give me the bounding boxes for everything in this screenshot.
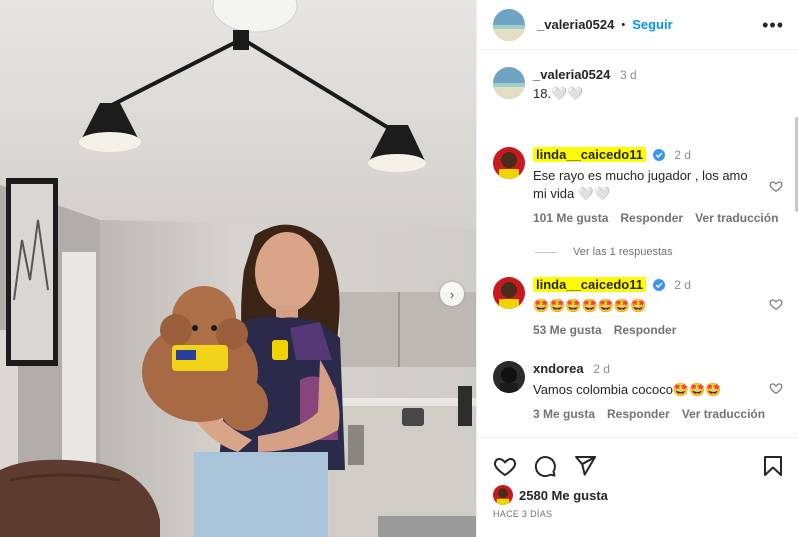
liker-avatar[interactable] — [493, 485, 513, 505]
comment-time[interactable]: 2 d — [674, 278, 691, 292]
caption-user-line: _valeria0524 3 d — [533, 67, 783, 83]
translate-button[interactable]: Ver traducción — [682, 407, 765, 421]
comment-text: Ese rayo es mucho jugador , los amo mi v… — [533, 168, 748, 201]
comment-username[interactable]: linda__caicedo11 — [533, 147, 646, 162]
comment-icon[interactable] — [533, 454, 557, 478]
view-replies-label: Ver las 1 respuestas — [573, 246, 673, 258]
share-icon[interactable] — [573, 454, 597, 478]
comment-user-line: linda__caicedo11 2 d — [533, 277, 783, 293]
comment-actions: 53 Me gusta Responder — [533, 323, 783, 337]
caption-text: 18.🤍🤍 — [533, 86, 584, 101]
reply-button[interactable]: Responder — [607, 407, 670, 421]
comment-item: linda__caicedo11 2 d 🤩🤩🤩🤩🤩🤩🤩 53 Me gusta… — [493, 277, 783, 337]
reply-button[interactable]: Responder — [620, 211, 683, 225]
caption-avatar[interactable] — [493, 67, 525, 99]
comment-heart-icon[interactable] — [769, 179, 783, 193]
comments-list[interactable]: _valeria0524 3 d 18.🤍🤍 linda__caicedo11 … — [477, 51, 798, 437]
post-actions: 2580 Me gusta HACE 3 DÍAS — [477, 437, 798, 537]
reply-button[interactable]: Responder — [614, 323, 677, 337]
comment-time[interactable]: 2 d — [674, 148, 691, 162]
caption-time[interactable]: 3 d — [620, 68, 637, 82]
caption: _valeria0524 3 d 18.🤍🤍 — [493, 67, 783, 103]
photo-illustration — [0, 0, 476, 537]
separator-dot: • — [621, 18, 626, 31]
comment-text: 🤩🤩🤩🤩🤩🤩🤩 — [533, 298, 647, 313]
likes-summary: 2580 Me gusta — [493, 485, 608, 505]
comment-item: xndorea 2 d Vamos colombia cococo🤩🤩🤩 3 M… — [493, 361, 783, 421]
comment-actions: 101 Me gusta Responder Ver traducción — [533, 211, 783, 225]
comment-likes-count[interactable]: 53 Me gusta — [533, 323, 602, 337]
heart-icon[interactable] — [493, 454, 517, 478]
post-side-panel: _valeria0524 • Seguir ••• _valeria0524 3… — [476, 0, 798, 537]
view-replies-link[interactable]: Ver las 1 respuestas — [535, 246, 673, 258]
comment-actions: 3 Me gusta Responder Ver traducción — [533, 407, 783, 421]
comment-time[interactable]: 2 d — [593, 362, 610, 376]
comment-username[interactable]: xndorea — [533, 361, 584, 376]
comment-body: xndorea 2 d Vamos colombia cococo🤩🤩🤩 3 M… — [533, 361, 783, 421]
comment-username[interactable]: linda__caicedo11 — [533, 277, 646, 292]
caption-username[interactable]: _valeria0524 — [533, 67, 610, 82]
post-viewer: › _valeria0524 • Seguir ••• _valeria0524… — [0, 0, 798, 537]
more-options-icon[interactable]: ••• — [762, 16, 784, 34]
chevron-right-icon: › — [449, 286, 455, 302]
author-username[interactable]: _valeria0524 — [537, 17, 614, 32]
comment-user-line: linda__caicedo11 2 d — [533, 147, 783, 163]
comment-user-line: xndorea 2 d — [533, 361, 783, 377]
caption-body: _valeria0524 3 d 18.🤍🤍 — [533, 67, 783, 103]
post-photo[interactable]: › — [0, 0, 476, 537]
comment-likes-count[interactable]: 101 Me gusta — [533, 211, 608, 225]
commenter-avatar[interactable] — [493, 361, 525, 393]
post-header: _valeria0524 • Seguir ••• — [477, 0, 798, 50]
bookmark-icon[interactable] — [761, 454, 785, 478]
author-avatar[interactable] — [493, 8, 525, 41]
comment-body: linda__caicedo11 2 d Ese rayo es mucho j… — [533, 147, 783, 225]
verified-badge-icon — [652, 279, 665, 291]
post-date[interactable]: HACE 3 DÍAS — [493, 509, 552, 519]
comment-heart-icon[interactable] — [769, 381, 783, 395]
verified-badge-icon — [652, 149, 665, 161]
follow-button[interactable]: Seguir — [632, 17, 672, 32]
commenter-avatar[interactable] — [493, 277, 525, 309]
comment-text: Vamos colombia cococo🤩🤩🤩 — [533, 382, 722, 397]
comment-heart-icon[interactable] — [769, 297, 783, 311]
comment-item: linda__caicedo11 2 d Ese rayo es mucho j… — [493, 147, 783, 225]
comment-body: linda__caicedo11 2 d 🤩🤩🤩🤩🤩🤩🤩 53 Me gusta… — [533, 277, 783, 337]
commenter-avatar[interactable] — [493, 147, 525, 179]
replies-divider — [535, 251, 557, 253]
likes-count[interactable]: 2580 Me gusta — [519, 488, 608, 503]
next-photo-button[interactable]: › — [440, 282, 464, 306]
comment-likes-count[interactable]: 3 Me gusta — [533, 407, 595, 421]
translate-button[interactable]: Ver traducción — [695, 211, 778, 225]
